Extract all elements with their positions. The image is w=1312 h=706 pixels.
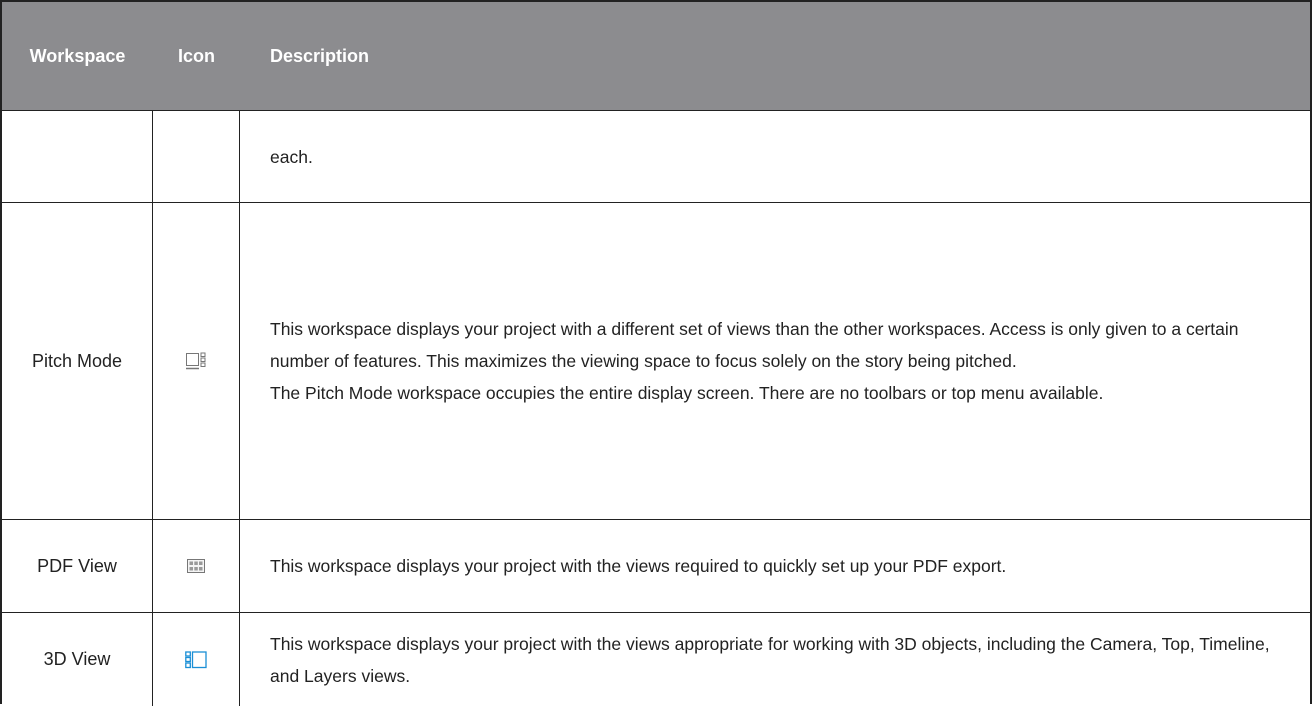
table-row: PDF View This workspace displays your pr… xyxy=(2,519,1310,612)
description-text: This workspace displays your project wit… xyxy=(270,556,1007,576)
header-description: Description xyxy=(270,45,370,66)
description-cell: This workspace displays your project wit… xyxy=(240,613,1310,706)
icon-cell xyxy=(153,613,240,706)
workspace-cell: Pitch Mode xyxy=(2,203,153,519)
icon-cell xyxy=(153,203,240,519)
table-row: each. xyxy=(2,110,1310,202)
icon-cell xyxy=(153,111,240,202)
description-cell: This workspace displays your project wit… xyxy=(240,203,1310,519)
description-cell: each. xyxy=(240,111,1310,202)
workspace-cell: 3D View xyxy=(2,613,153,706)
workspace-cell: PDF View xyxy=(2,520,153,612)
table-header-row: Workspace Icon Description xyxy=(2,2,1310,110)
table-row: 3D View This workspace displays your pro… xyxy=(2,612,1310,706)
description-text: each. xyxy=(270,146,313,167)
header-workspace: Workspace xyxy=(29,45,126,66)
pdf-view-icon xyxy=(187,559,205,573)
description-text: This workspace displays your project wit… xyxy=(270,633,1270,686)
header-icon: Icon xyxy=(177,45,215,66)
icon-cell xyxy=(153,520,240,612)
workspace-cell xyxy=(2,111,153,202)
workspace-table: Workspace Icon Description each. Pitch M… xyxy=(0,0,1312,706)
3d-view-icon xyxy=(185,650,207,669)
table-row: Pitch Mode This workspace displays your … xyxy=(2,202,1310,519)
description-text: This workspace displays your project wit… xyxy=(270,319,1239,371)
pitch-mode-icon xyxy=(186,352,206,370)
description-text: The Pitch Mode workspace occupies the en… xyxy=(270,383,1104,403)
description-cell: This workspace displays your project wit… xyxy=(240,520,1310,612)
